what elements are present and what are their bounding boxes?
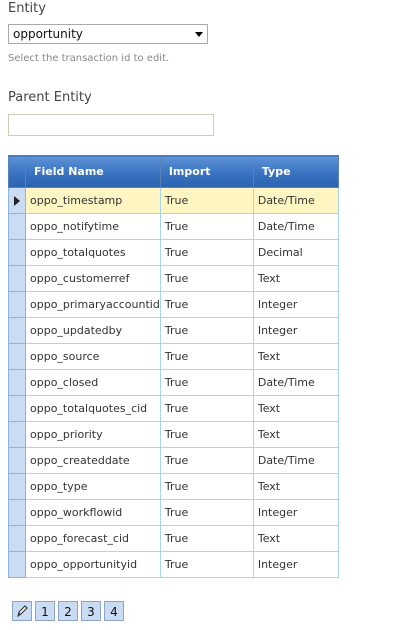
row-selector[interactable] [8,473,26,500]
grid-body: oppo_timestamp True Date/Time oppo_notifyti… [8,187,340,578]
row-selector[interactable] [8,343,26,370]
column-header-type[interactable]: Type [252,155,340,188]
cell-field-name[interactable]: oppo_forecast_cid [25,525,161,552]
table-row[interactable]: oppo_primaryaccountid True Integer [8,291,340,318]
cell-field-name[interactable]: oppo_source [25,343,161,370]
cell-field-name[interactable]: oppo_updatedby [25,317,161,344]
row-selector[interactable] [8,551,26,578]
cell-type[interactable]: Integer [252,317,340,344]
cell-import[interactable]: True [159,473,254,500]
cell-field-name[interactable]: oppo_timestamp [25,187,161,214]
table-row[interactable]: oppo_workflowid True Integer [8,499,340,526]
row-selector[interactable] [8,525,26,552]
cell-field-name[interactable]: oppo_closed [25,369,161,396]
grid-header-selector [8,155,26,188]
row-selector[interactable] [8,317,26,344]
row-selector[interactable] [8,265,26,292]
cell-field-name[interactable]: oppo_totalquotes [25,239,161,266]
row-selector[interactable] [8,447,26,474]
entity-label: Entity [8,1,46,16]
cell-field-name[interactable]: oppo_workflowid [25,499,161,526]
row-selector[interactable] [8,239,26,266]
page-button-1[interactable]: 1 [35,601,55,621]
row-selector[interactable] [8,395,26,422]
table-row[interactable]: oppo_forecast_cid True Text [8,525,340,552]
column-header-import[interactable]: Import [159,155,254,188]
table-row[interactable]: oppo_createddate True Date/Time [8,447,340,474]
cell-import[interactable]: True [159,499,254,526]
fields-grid: Field Name Import Type oppo_timestamp Tru… [8,155,340,578]
cell-import[interactable]: True [159,421,254,448]
cell-import[interactable]: True [159,317,254,344]
table-row[interactable]: oppo_closed True Date/Time [8,369,340,396]
cell-field-name[interactable]: oppo_createddate [25,447,161,474]
cell-field-name[interactable]: oppo_notifytime [25,213,161,240]
cell-type[interactable]: Text [252,421,340,448]
cell-import[interactable]: True [159,265,254,292]
table-row[interactable]: oppo_opportunityid True Integer [8,551,340,578]
current-row-pointer-icon [14,196,20,206]
cell-import[interactable]: True [159,369,254,396]
parent-entity-label: Parent Entity [8,90,92,105]
cell-import[interactable]: True [159,395,254,422]
cell-import[interactable]: True [159,343,254,370]
page-button-3[interactable]: 3 [81,601,101,621]
table-row[interactable]: oppo_priority True Text [8,421,340,448]
entity-select[interactable]: opportunity [8,24,208,44]
cell-type[interactable]: Date/Time [252,213,340,240]
cell-field-name[interactable]: oppo_opportunityid [25,551,161,578]
cell-field-name[interactable]: oppo_type [25,473,161,500]
table-row[interactable]: oppo_totalquotes_cid True Text [8,395,340,422]
row-selector[interactable] [8,421,26,448]
page-button-2[interactable]: 2 [58,601,78,621]
table-row[interactable]: oppo_notifytime True Date/Time [8,213,340,240]
cell-type[interactable]: Integer [252,291,340,318]
parent-entity-input[interactable] [8,114,214,136]
cell-field-name[interactable]: oppo_primaryaccountid [25,291,161,318]
pager: 1 2 3 4 [12,601,127,623]
grid-header-row: Field Name Import Type [8,155,340,188]
row-selector[interactable] [8,291,26,318]
cell-type[interactable]: Integer [252,499,340,526]
cell-import[interactable]: True [159,187,254,214]
cell-field-name[interactable]: oppo_totalquotes_cid [25,395,161,422]
cell-type[interactable]: Text [252,343,340,370]
cell-import[interactable]: True [159,291,254,318]
table-row[interactable]: oppo_source True Text [8,343,340,370]
row-selector[interactable] [8,187,26,214]
page-button-4[interactable]: 4 [104,601,124,621]
cell-field-name[interactable]: oppo_priority [25,421,161,448]
cell-type[interactable]: Text [252,525,340,552]
table-row[interactable]: oppo_totalquotes True Decimal [8,239,340,266]
cell-field-name[interactable]: oppo_customerref [25,265,161,292]
table-row[interactable]: oppo_customerref True Text [8,265,340,292]
cell-type[interactable]: Text [252,395,340,422]
pencil-icon[interactable] [12,601,32,621]
cell-import[interactable]: True [159,239,254,266]
entity-select-value: opportunity [13,27,83,41]
row-selector[interactable] [8,499,26,526]
cell-type[interactable]: Integer [252,551,340,578]
chevron-down-icon[interactable] [195,32,203,37]
row-selector[interactable] [8,369,26,396]
entity-hint: Select the transaction id to edit. [8,53,170,64]
table-row[interactable]: oppo_updatedby True Integer [8,317,340,344]
row-selector[interactable] [8,213,26,240]
cell-type[interactable]: Text [252,473,340,500]
cell-import[interactable]: True [159,447,254,474]
cell-import[interactable]: True [159,525,254,552]
cell-import[interactable]: True [159,213,254,240]
cell-import[interactable]: True [159,551,254,578]
cell-type[interactable]: Text [252,265,340,292]
column-header-field-name[interactable]: Field Name [25,155,161,188]
cell-type[interactable]: Decimal [252,239,340,266]
table-row[interactable]: oppo_timestamp True Date/Time [8,187,340,214]
cell-type[interactable]: Date/Time [252,447,340,474]
cell-type[interactable]: Date/Time [252,187,340,214]
table-row[interactable]: oppo_type True Text [8,473,340,500]
cell-type[interactable]: Date/Time [252,369,340,396]
